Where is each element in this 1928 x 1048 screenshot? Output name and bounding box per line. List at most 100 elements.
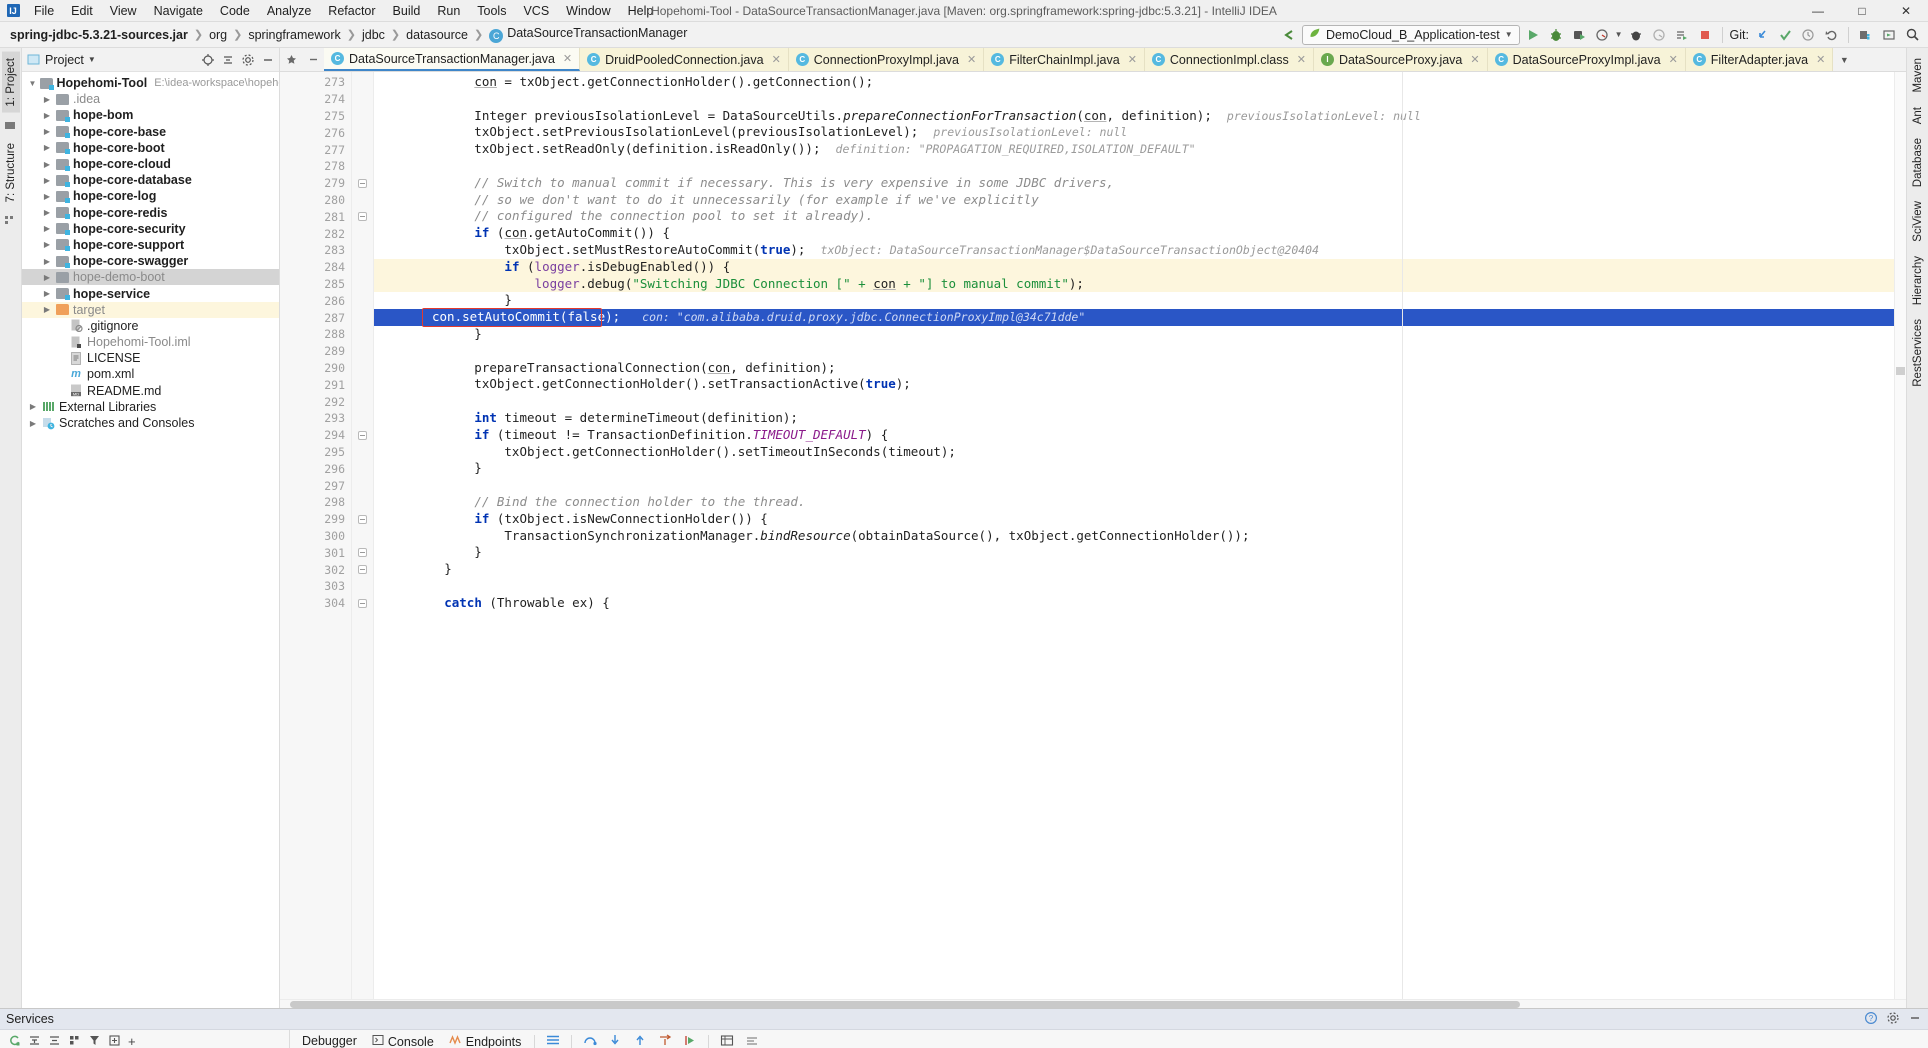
fold-marker[interactable] [352,175,373,192]
fold-marker[interactable] [352,511,373,528]
collapse-fold-icon[interactable] [358,565,367,574]
git-history-icon[interactable] [1798,25,1818,45]
run-button[interactable] [1523,25,1543,45]
show-options-icon[interactable] [108,1034,121,1048]
services-header[interactable]: Services ? [0,1009,1928,1030]
project-settings-icon[interactable] [240,52,255,67]
chevron-right-icon[interactable]: ▶ [40,257,54,266]
evaluate-expression-icon[interactable] [720,1034,734,1048]
breadcrumb-item-5[interactable]: C DataSourceTransactionManager [485,25,691,44]
project-tree-item[interactable]: ▶ hope-core-boot [22,140,279,156]
code-line[interactable]: if (logger.isDebugEnabled()) { [374,258,1906,276]
collapse-fold-icon[interactable] [358,430,367,440]
hide-services-icon[interactable] [1908,1011,1922,1028]
fold-marker[interactable] [352,544,373,561]
breadcrumb-item-0[interactable]: spring-jdbc-5.3.21-sources.jar [6,27,192,43]
fold-marker[interactable] [352,427,373,444]
editor-tab-0[interactable]: C DataSourceTransactionManager.java ✕ [324,48,581,71]
project-tree-item[interactable]: ▶ hope-core-swagger [22,253,279,269]
scrollbar-thumb[interactable] [1896,367,1905,375]
code-line[interactable]: if (txObject.isNewConnectionHolder()) { [374,511,1906,528]
rerun-icon[interactable] [8,1034,21,1048]
right-tool-rail[interactable]: Maven Ant Database SciView Hierarchy RestServ… [1906,48,1928,1008]
project-panel-header[interactable]: Project ▼ [22,48,279,72]
code-line[interactable]: if (timeout != TransactionDefinition.TIM… [374,427,1906,444]
code-line[interactable]: con = txObject.getConnectionHolder().get… [374,74,1906,91]
project-tree-item[interactable]: .gitignore [22,318,279,334]
project-tree[interactable]: ▼ Hopehomi-Tool E:\idea-workspace\hopehon ▶… [22,72,279,1008]
code-line[interactable]: catch (Throwable ex) { [374,595,1906,612]
services-tool-window[interactable]: Services ? + Debugger Console Endpoints [0,1008,1928,1048]
right-rail-tab-hierarchy[interactable]: Hierarchy [1909,250,1927,311]
chevron-down-icon[interactable]: ▼ [1505,30,1513,39]
tabs-overflow-icon[interactable]: ▼ [1833,48,1855,71]
project-tree-item[interactable]: ▶ hope-core-base [22,124,279,140]
editor-tabs[interactable]: C DataSourceTransactionManager.java ✕ C Drui… [280,48,1906,72]
code-line[interactable]: txObject.setPreviousIsolationLevel(previ… [374,124,1906,141]
select-run-config-icon[interactable] [1879,25,1899,45]
code-line[interactable] [374,343,1906,360]
editor-tab-4[interactable]: C ConnectionImpl.class ✕ [1144,48,1314,71]
run-dashboard-icon[interactable] [1672,25,1692,45]
pin-tab-icon[interactable] [280,48,302,71]
menu-item-refactor[interactable]: Refactor [320,2,383,20]
stop-button[interactable] [1695,25,1715,45]
editor-tab-list[interactable]: C DataSourceTransactionManager.java ✕ C Drui… [324,48,1834,71]
code-line[interactable]: txObject.setMustRestoreAutoCommit(true);… [374,242,1906,259]
collapse-all-services-icon[interactable] [48,1034,61,1048]
code-line[interactable]: Integer previousIsolationLevel = DataSou… [374,108,1906,125]
collapse-fold-icon[interactable] [358,212,367,222]
project-tree-item[interactable]: ▶ hope-core-cloud [22,156,279,172]
tab-console[interactable]: Console [370,1032,436,1048]
collapse-fold-icon[interactable] [358,514,367,524]
collapse-fold-icon[interactable] [358,548,367,558]
code-line[interactable] [374,578,1906,595]
project-tree-item[interactable]: m pom.xml [22,366,279,382]
fold-marker[interactable] [352,561,373,578]
right-rail-tab-restservices[interactable]: RestServices [1909,313,1927,393]
horizontal-scrollbar[interactable] [280,999,1906,1008]
code-line[interactable] [374,158,1906,175]
code-folding-column[interactable] [352,72,374,999]
editor-tab-1[interactable]: C DruidPooledConnection.java ✕ [580,48,789,71]
hide-panel-icon[interactable] [260,52,275,67]
close-button[interactable]: ✕ [1884,0,1928,22]
search-everywhere-icon[interactable] [1902,25,1922,45]
editor-scrollbar[interactable] [1894,72,1906,999]
menu-bar[interactable]: File Edit View Navigate Code Analyze Refactor B… [26,2,661,20]
services-settings-icon[interactable] [1886,1011,1900,1028]
project-structure-icon[interactable] [1856,25,1876,45]
project-tree-item[interactable]: MD README.md [22,383,279,399]
close-tab-icon[interactable]: ✕ [1297,53,1306,66]
rail-tab-structure[interactable]: 7: Structure [2,137,20,208]
breadcrumb-item-2[interactable]: springframework [244,27,344,43]
code-line-executing[interactable]: con.setAutoCommit(false); con: "com.aliba… [374,309,1906,326]
code-line[interactable] [374,393,1906,410]
code-line[interactable]: txObject.getConnectionHolder().setTimeou… [374,444,1906,461]
layout-settings-icon[interactable] [546,1034,560,1048]
project-tree-item[interactable]: ▶ hope-bom [22,107,279,123]
back-arrow-icon[interactable] [1279,25,1299,45]
project-tree-item[interactable]: Hopehomi-Tool.iml [22,334,279,350]
right-rail-tab-sciview[interactable]: SciView [1909,195,1927,248]
project-tree-item[interactable]: ▶ hope-core-database [22,172,279,188]
breadcrumb-item-3[interactable]: jdbc [358,27,389,43]
chevron-down-icon[interactable]: ▼ [26,79,39,88]
menu-item-build[interactable]: Build [385,2,429,20]
fold-marker[interactable] [352,595,373,612]
code-line[interactable]: logger.debug("Switching JDBC Connection … [374,275,1906,293]
menu-item-code[interactable]: Code [212,2,258,20]
project-dropdown-icon[interactable]: ▼ [88,55,96,64]
group-by-icon[interactable] [68,1034,81,1048]
chevron-right-icon[interactable]: ▶ [40,240,54,249]
code-line[interactable]: prepareTransactionalConnection(con, defi… [374,360,1906,377]
minimize-button[interactable]: — [1796,0,1840,22]
code-line[interactable]: // Switch to manual commit if necessary.… [374,175,1906,192]
profiler-button[interactable] [1592,25,1612,45]
project-tool-window[interactable]: Project ▼ ▼ Hopehomi-Tool E:\idea-workspac… [22,48,280,1008]
code-line[interactable]: } [374,561,1906,578]
navigation-bar[interactable]: spring-jdbc-5.3.21-sources.jar ❯ org ❯ sprin… [0,22,1928,48]
locate-file-icon[interactable] [200,52,215,67]
menu-item-help[interactable]: Help [620,2,662,20]
breadcrumb-item-1[interactable]: org [205,27,231,43]
